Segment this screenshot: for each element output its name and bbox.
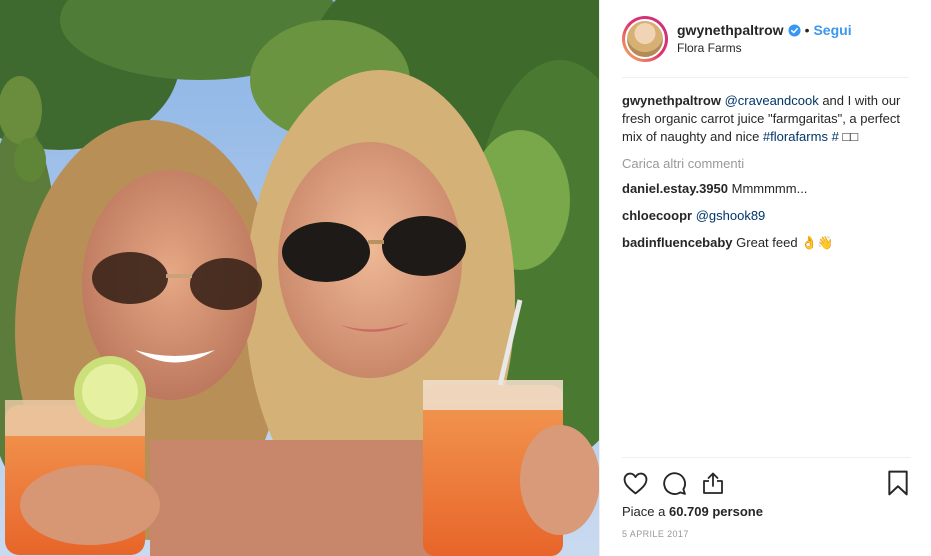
share-button[interactable] xyxy=(700,470,726,496)
post-sidebar: gwynethpaltrow • Segui Flora Farms gwyne… xyxy=(599,0,931,556)
caption-tail: □□ xyxy=(838,129,859,144)
likes-prefix: Piace a xyxy=(622,504,669,519)
header-username[interactable]: gwynethpaltrow xyxy=(677,22,784,38)
post-header: gwynethpaltrow • Segui Flora Farms xyxy=(622,0,909,78)
comment-button[interactable] xyxy=(661,470,687,496)
comment-item: daniel.estay.3950 Mmmmmm... xyxy=(622,180,909,198)
post-photo[interactable] xyxy=(0,0,599,556)
load-more-comments-button[interactable]: Carica altri commenti xyxy=(622,156,909,171)
comment-icon xyxy=(662,471,686,495)
header-text: gwynethpaltrow • Segui Flora Farms xyxy=(677,22,852,55)
post-actions: Piace a 60.709 persone 5 APRILE 2017 xyxy=(622,457,911,539)
likes-number: 60.709 xyxy=(668,504,709,519)
location-link[interactable]: Flora Farms xyxy=(677,41,852,55)
comment-username[interactable]: badinfluencebaby xyxy=(622,235,733,250)
comment-text: Mmmmmm... xyxy=(728,181,808,196)
instagram-post: gwynethpaltrow • Segui Flora Farms gwyne… xyxy=(0,0,931,556)
comment-username[interactable]: chloecoopr xyxy=(622,208,692,223)
verified-badge-icon xyxy=(788,23,801,37)
caption-hashtag[interactable]: #florafarms xyxy=(763,129,828,144)
likes-count[interactable]: Piace a 60.709 persone xyxy=(622,504,911,519)
save-button[interactable] xyxy=(885,470,911,496)
caption-mention[interactable]: @craveandcook xyxy=(725,93,819,108)
comment-item: chloecoopr @gshook89 xyxy=(622,207,909,225)
likes-suffix: persone xyxy=(708,504,763,519)
like-button[interactable] xyxy=(622,470,648,496)
avatar[interactable] xyxy=(622,15,668,62)
caption: gwynethpaltrow @craveandcook and I with … xyxy=(622,92,909,146)
avatar-image xyxy=(625,18,665,59)
comment-text: Great feed 👌👋 xyxy=(732,235,834,250)
post-date[interactable]: 5 APRILE 2017 xyxy=(622,529,911,539)
caption-username[interactable]: gwynethpaltrow xyxy=(622,93,721,108)
comment-item: badinfluencebaby Great feed 👌👋 xyxy=(622,234,909,252)
action-icons xyxy=(622,458,911,504)
comment-mention[interactable]: @gshook89 xyxy=(696,208,766,223)
caption-hashtag-2[interactable]: # xyxy=(832,129,839,144)
comment-username[interactable]: daniel.estay.3950 xyxy=(622,181,728,196)
follow-button[interactable]: Segui xyxy=(813,22,851,38)
bookmark-icon xyxy=(888,470,908,496)
photo-image xyxy=(0,0,599,556)
share-icon xyxy=(703,472,723,494)
header-row: gwynethpaltrow • Segui xyxy=(677,22,852,38)
heart-icon xyxy=(623,472,647,494)
header-separator: • xyxy=(804,22,810,38)
